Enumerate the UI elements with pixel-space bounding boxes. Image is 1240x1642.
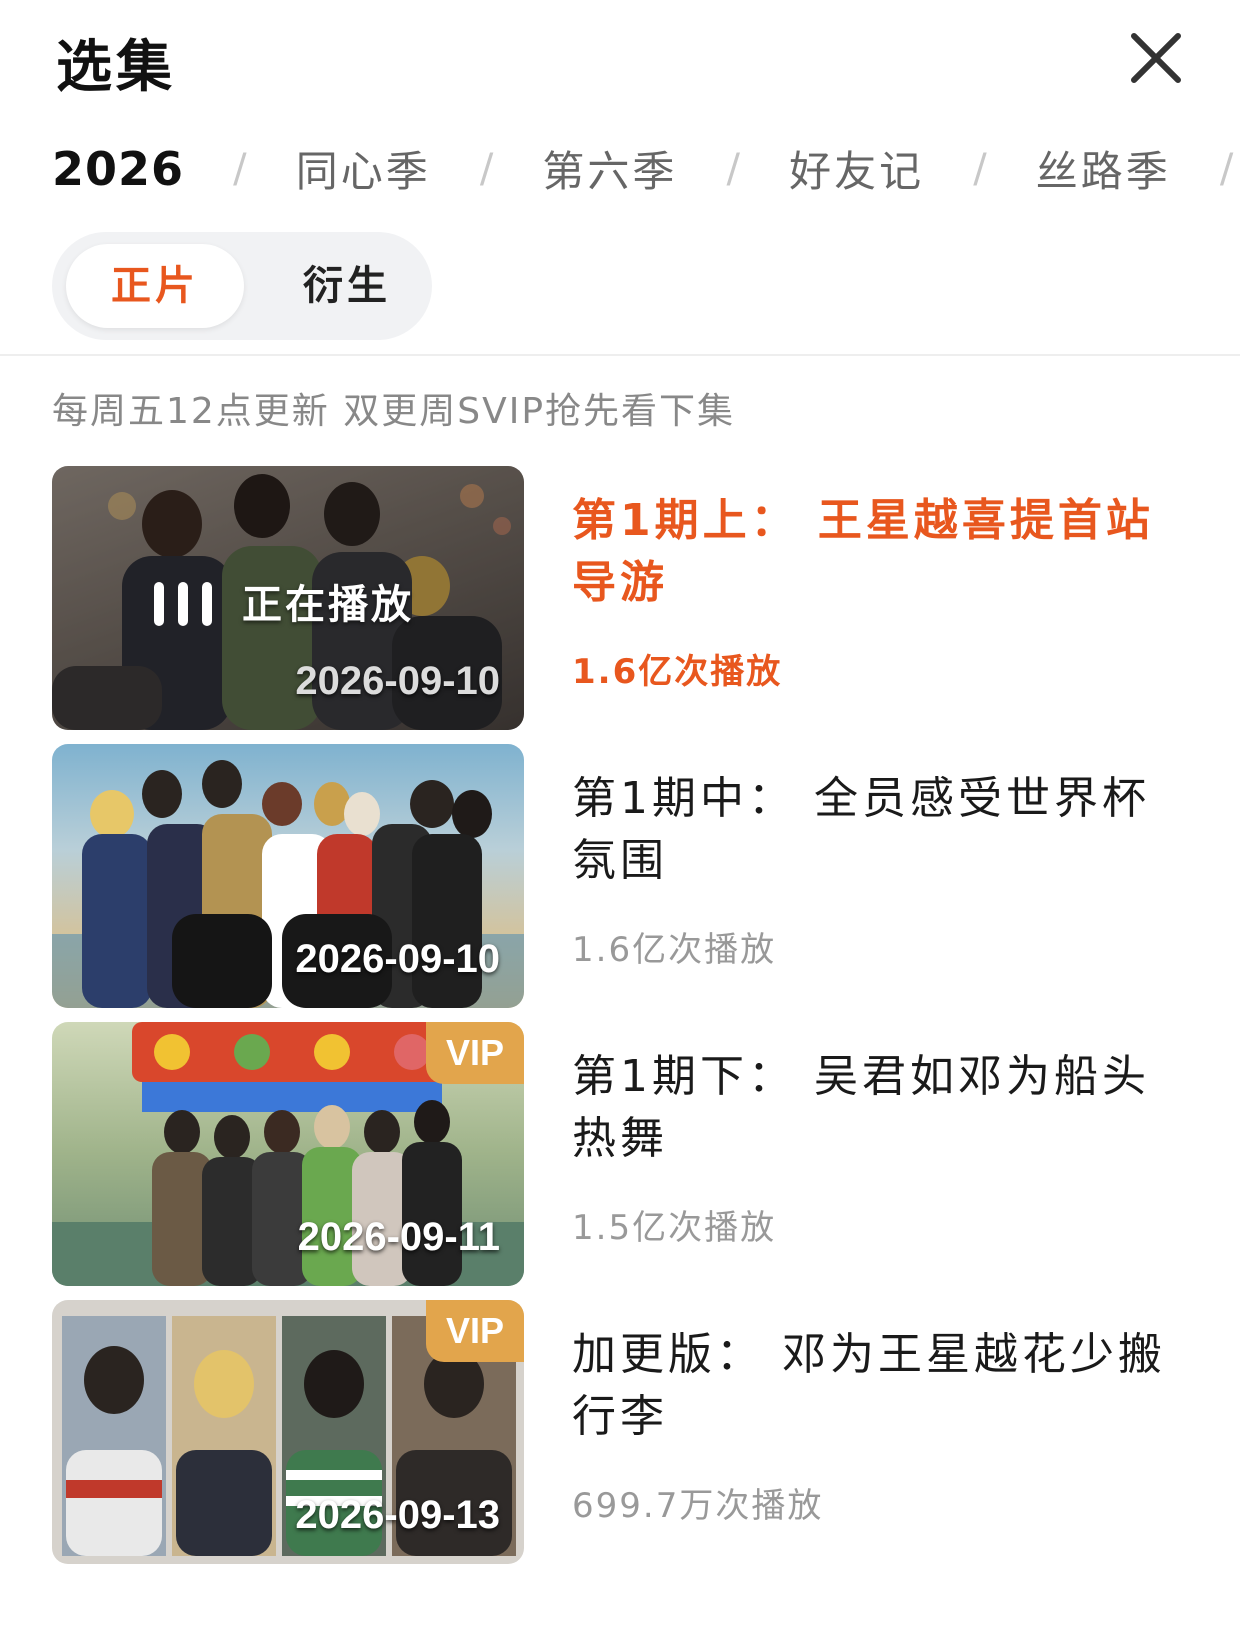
episode-date: 2026-09-10 <box>295 937 500 981</box>
tab-2026[interactable]: 2026 <box>52 142 184 196</box>
tab-separator: / <box>973 145 987 192</box>
episode-date: 2026-09-10 <box>295 659 500 703</box>
tab-friends[interactable]: 好友记 <box>789 138 924 199</box>
episode-thumbnail: 2026-09-10 <box>52 744 524 1008</box>
segment-main-episodes[interactable]: 正片 <box>66 244 244 328</box>
update-schedule-note: 每周五12点更新 双更周SVIP抢先看下集 <box>52 391 736 432</box>
close-button[interactable] <box>1128 30 1184 86</box>
tab-silkroad[interactable]: 丝路季 <box>1036 138 1171 199</box>
season-tabs: 2026 / 同心季 / 第六季 / 好友记 / 丝路季 / 第六 <box>52 138 1240 208</box>
episode-picker-page: 选集 2026 / 同心季 / 第六季 / 好友记 / 丝路季 / 第六 正片 … <box>0 0 1240 1642</box>
episode-title: 第1期上： 王星越喜提首站导游 <box>572 495 1154 608</box>
tab-separator: / <box>479 145 494 192</box>
episode-item[interactable]: VIP 2026-09-11 第1期下： 吴君如邓为船头热舞 1.5亿次播放 <box>52 1022 1192 1286</box>
tab-separator: / <box>1219 145 1234 192</box>
episode-date: 2026-09-11 <box>297 1215 500 1259</box>
divider <box>0 354 1240 356</box>
tab-tongxin[interactable]: 同心季 <box>296 138 431 199</box>
close-icon <box>1131 33 1181 83</box>
episode-title: 第1期下： 吴君如邓为船头热舞 <box>572 1051 1150 1164</box>
page-title: 选集 <box>56 35 176 100</box>
episode-item[interactable]: 2026-09-10 第1期中： 全员感受世界杯氛围 1.6亿次播放 <box>52 744 1192 1008</box>
episode-title: 第1期中： 全员感受世界杯氛围 <box>572 773 1150 886</box>
tab-season6[interactable]: 第六季 <box>542 138 677 199</box>
tab-separator: / <box>233 145 247 192</box>
episode-play-count: 699.7万次播放 <box>572 1486 824 1526</box>
episode-play-count: 1.6亿次播放 <box>572 652 783 692</box>
episode-item[interactable]: 正在播放 2026-09-10 第1期上： 王星越喜提首站导游 1.6亿次播放 <box>52 466 1192 730</box>
episode-thumbnail: VIP 2026-09-13 <box>52 1300 524 1564</box>
episode-play-count: 1.5亿次播放 <box>572 1208 777 1248</box>
now-playing-indicator: 正在播放 <box>152 566 414 636</box>
episode-thumbnail: 正在播放 2026-09-10 <box>52 466 524 730</box>
content-type-toggle: 正片 衍生 <box>52 232 432 340</box>
episode-play-count: 1.6亿次播放 <box>572 930 777 970</box>
episode-item[interactable]: VIP 2026-09-13 加更版： 邓为王星越花少搬行李 699.7万次播放 <box>52 1300 1192 1564</box>
episode-date: 2026-09-13 <box>295 1493 500 1537</box>
tab-separator: / <box>726 145 740 192</box>
now-playing-label: 正在播放 <box>242 582 414 628</box>
segment-spinoff[interactable]: 衍生 <box>272 244 422 328</box>
playing-bars-icon <box>154 582 212 626</box>
episode-thumbnail: VIP 2026-09-11 <box>52 1022 524 1286</box>
vip-badge: VIP <box>426 1022 524 1084</box>
episode-title: 加更版： 邓为王星越花少搬行李 <box>572 1329 1166 1442</box>
vip-badge: VIP <box>426 1300 524 1362</box>
